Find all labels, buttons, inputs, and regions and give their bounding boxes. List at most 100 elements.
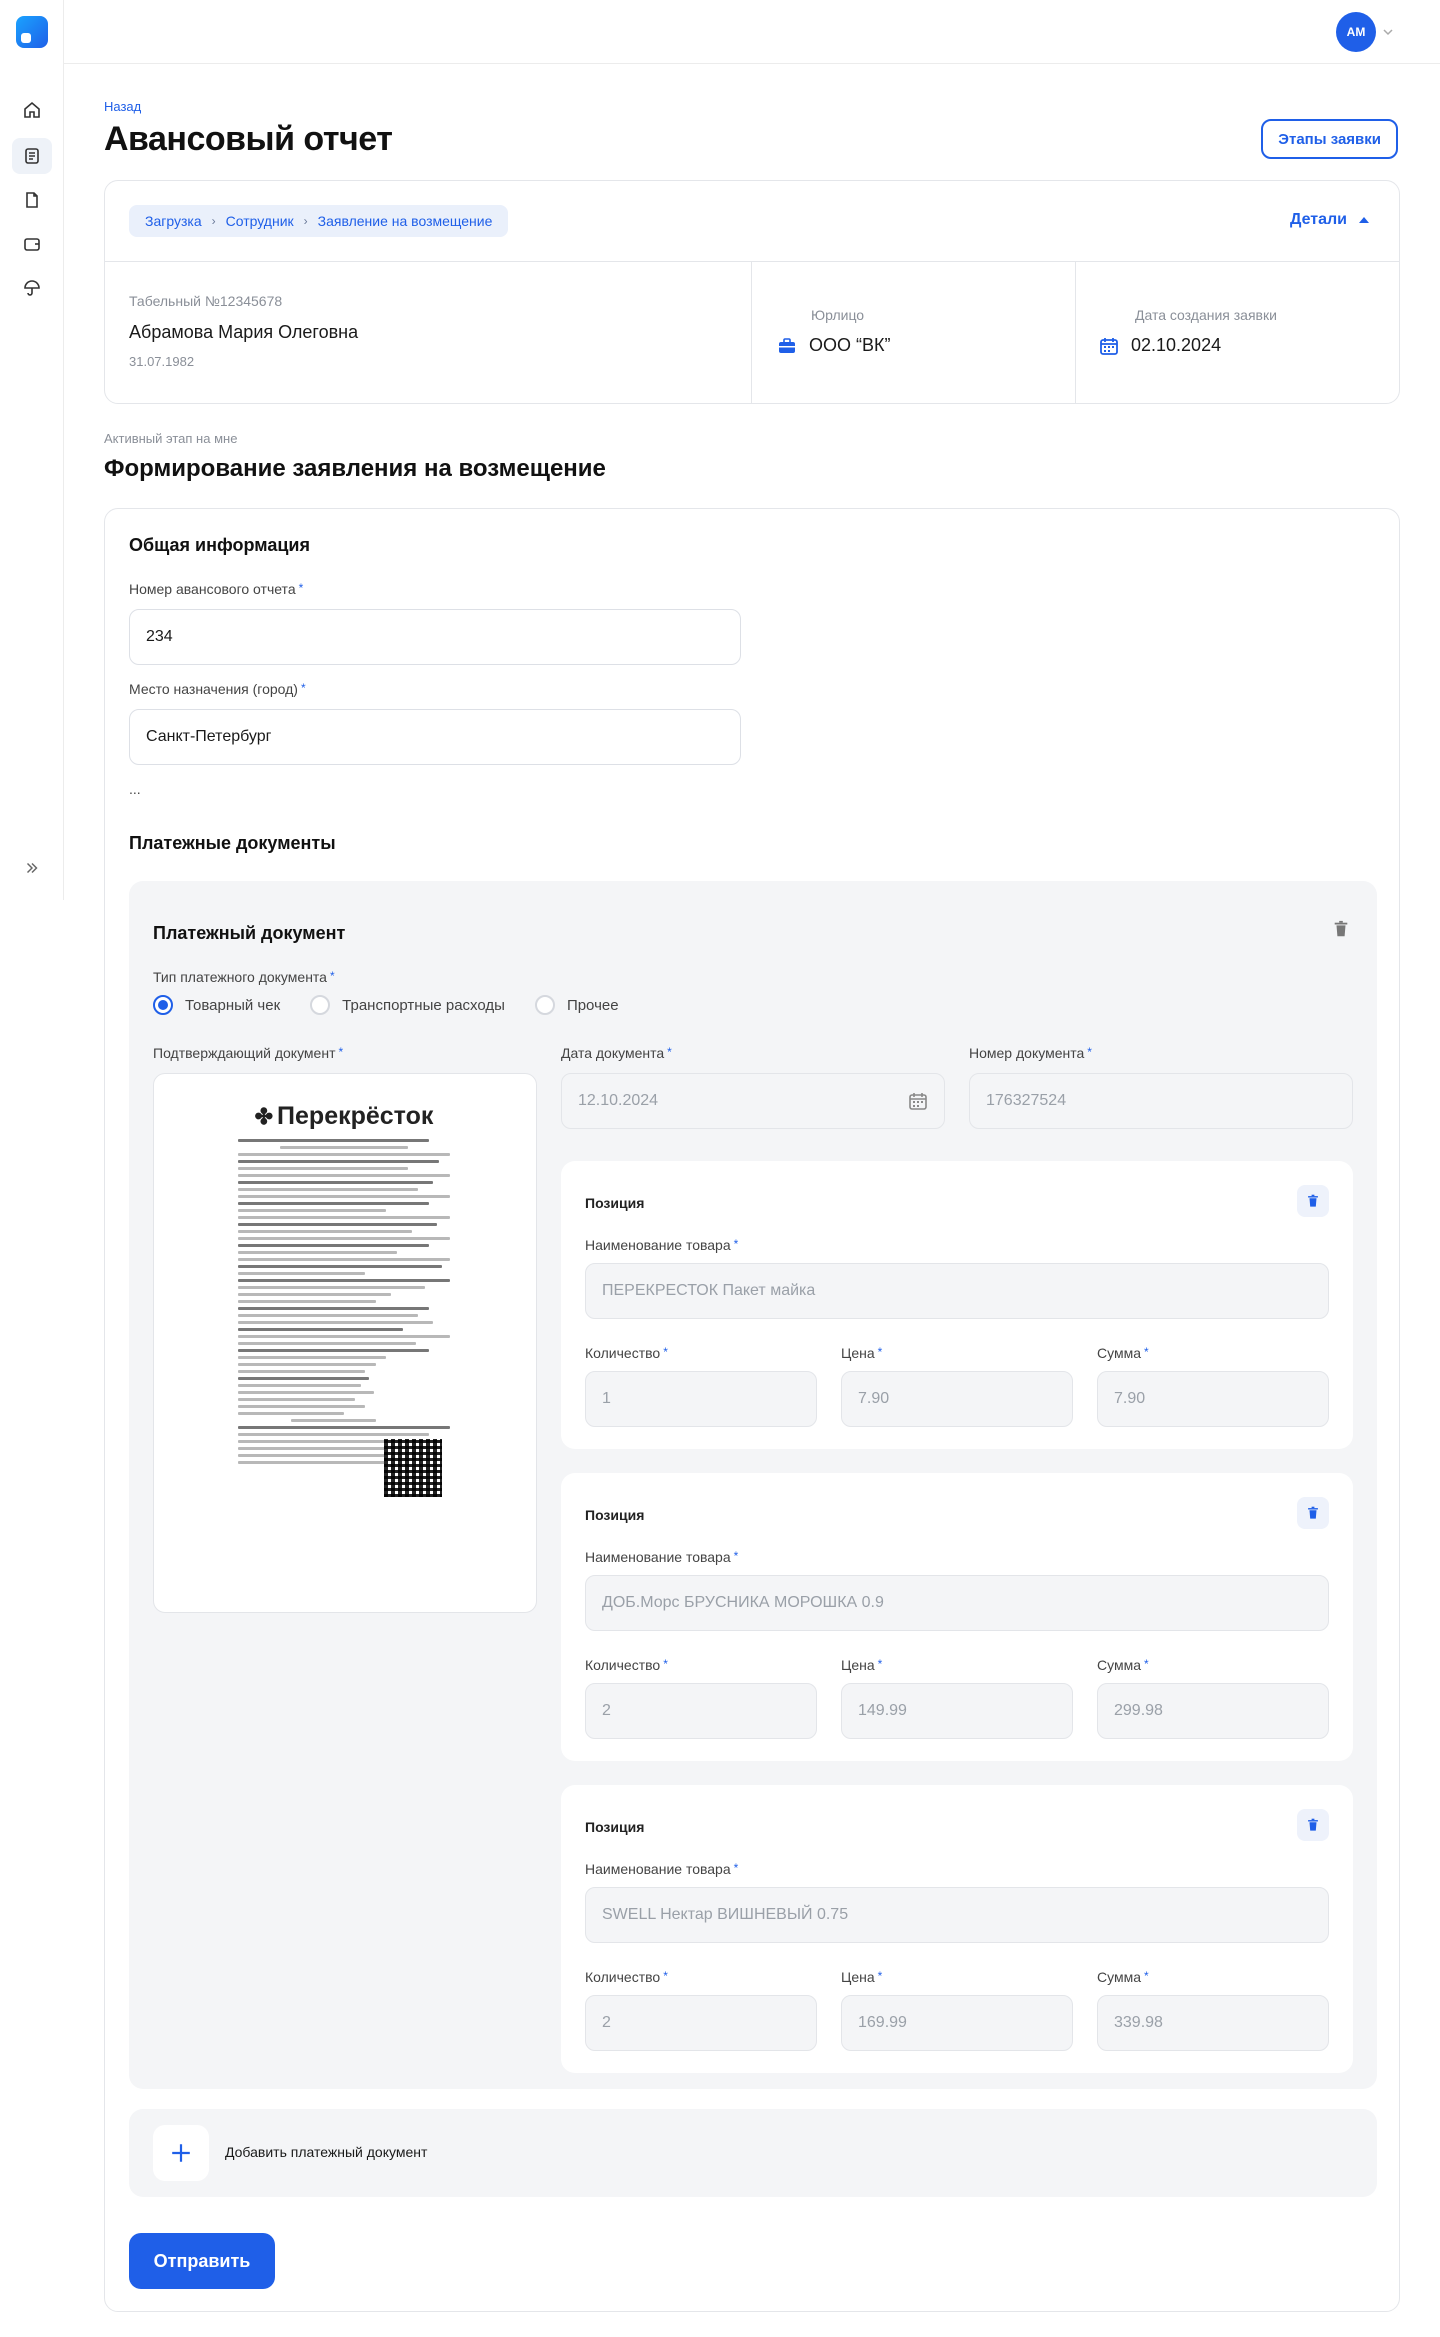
doc-number-label: Номер документа * [969,1045,1092,1061]
doc-number-input[interactable]: 176327524 [969,1073,1353,1129]
active-stage-label: Активный этап на мне [104,431,238,446]
app-logo[interactable] [16,16,48,48]
receipt-image: ✤ Перекрёсток [238,1094,450,1594]
avatar[interactable]: АМ [1336,12,1376,52]
expand-sidebar-icon[interactable] [20,856,44,880]
item-name-input[interactable]: ПЕРЕКРЕСТОК Пакет майка [585,1263,1329,1319]
created-date-value: 02.10.2024 [1099,335,1221,356]
divider [751,261,752,403]
report-number-label: Номер авансового отчета * [129,581,304,597]
trash-icon[interactable] [1297,1497,1329,1529]
price-label: Цена * [841,1969,883,1985]
radio-label: Товарный чек [185,996,281,1014]
position-title: Позиция [585,1819,645,1835]
back-link[interactable]: Назад [104,99,141,114]
file-icon[interactable] [12,182,52,218]
radio-label: Прочее [566,996,619,1014]
position-title: Позиция [585,1507,645,1523]
created-date-label: Дата создания заявки [1135,307,1277,323]
item-name-label: Наименование товара * [585,1861,739,1877]
item-name-input[interactable]: SWELL Нектар ВИШНЕВЫЙ 0.75 [585,1887,1329,1943]
proof-doc-label: Подтверждающий документ * [153,1045,344,1061]
position-card: Позиция Наименование товара * ПЕРЕКРЕСТОК… [561,1161,1353,1449]
breadcrumb: Загрузка › Сотрудник › Заявление на возм… [129,205,509,237]
doc-type-label: Тип платежного документа * [153,969,335,985]
radio-checked-icon [153,995,173,1015]
receipt-preview[interactable]: ✤ Перекрёсток [153,1073,537,1613]
created-date-text: 02.10.2024 [1131,335,1222,355]
divider [105,261,1399,262]
breadcrumb-item[interactable]: Сотрудник [226,213,294,229]
add-payment-document[interactable]: Добавить платежный документ [129,2109,1377,2197]
receipt-logo: ✤ Перекрёсток [254,1102,434,1130]
doc-date-input[interactable]: 12.10.2024 [561,1073,945,1129]
legal-entity-value: ООО “ВК” [777,335,890,356]
position-card: Позиция Наименование товара * ДОБ.Морс БР… [561,1473,1353,1761]
payment-document-title: Платежный документ [153,923,346,943]
qty-input[interactable]: 1 [585,1371,817,1427]
details-toggle[interactable]: Детали [1290,211,1369,229]
stages-button[interactable]: Этапы заявки [1261,119,1398,159]
employee-dob: 31.07.1982 [129,354,195,369]
add-payment-document-label: Добавить платежный документ [225,2144,428,2160]
request-info-card: Загрузка › Сотрудник › Заявление на возм… [104,180,1400,404]
radio-goods-receipt[interactable]: Товарный чек [153,995,280,1015]
qty-label: Количество * [585,1345,668,1361]
radio-transport[interactable]: Транспортные расходы [310,995,505,1015]
tab-number: Табельный №12345678 [129,293,283,309]
qr-code [384,1439,442,1497]
radio-other[interactable]: Прочее [534,995,619,1015]
details-label: Детали [1289,211,1347,228]
radio-unchecked-icon [310,995,331,1015]
sum-label: Сумма * [1097,1345,1149,1361]
breadcrumb-item[interactable]: Загрузка [145,213,202,229]
more-fields-ellipsis: ... [129,781,141,797]
chevron-right-icon: › [211,214,216,228]
payment-document-block: Платежный документ Тип платежного докуме… [129,881,1377,2089]
general-info-title: Общая информация [129,535,310,555]
calendar-icon[interactable] [908,1091,928,1111]
sum-label: Сумма * [1097,1657,1149,1673]
legal-entity-label: Юрлицо [811,307,865,323]
position-card: Позиция Наименование товара * SWELL Некта… [561,1785,1353,2073]
price-input[interactable]: 7.90 [841,1371,1073,1427]
destination-label: Место назначения (город) * [129,681,306,697]
divider [1075,261,1076,403]
position-title: Позиция [585,1195,645,1211]
item-name-input[interactable]: ДОБ.Морс БРУСНИКА МОРОШКА 0.9 [585,1575,1329,1631]
qty-input[interactable]: 2 [585,1995,817,2051]
home-icon[interactable] [12,92,52,128]
trash-icon[interactable] [1297,1809,1329,1841]
report-number-input[interactable]: 234 [129,609,741,665]
qty-input[interactable]: 2 [585,1683,817,1739]
doc-type-radio-group: Товарный чек Транспортные расходы Прочее [153,995,619,1015]
submit-button[interactable]: Отправить [129,2233,275,2289]
price-input[interactable]: 149.99 [841,1683,1073,1739]
sum-input[interactable]: 299.98 [1097,1683,1329,1739]
trash-icon[interactable] [1329,917,1353,941]
price-input[interactable]: 169.99 [841,1995,1073,2051]
legal-entity-text: ООО “ВК” [809,335,891,355]
sum-input[interactable]: 7.90 [1097,1371,1329,1427]
price-label: Цена * [841,1657,883,1673]
sum-label: Сумма * [1097,1969,1149,1985]
doc-date-value: 12.10.2024 [578,1092,659,1109]
stage-title: Формирование заявления на возмещение [104,455,606,482]
qty-label: Количество * [585,1657,668,1673]
employee-name: Абрамова Мария Олеговна [129,322,359,342]
chevron-down-icon[interactable] [1380,24,1396,40]
document-list-icon[interactable] [12,138,52,174]
trash-icon[interactable] [1297,1185,1329,1217]
payment-docs-title: Платежные документы [129,833,336,853]
destination-input[interactable]: Санкт-Петербург [129,709,741,765]
price-label: Цена * [841,1345,883,1361]
top-bar: АМ [64,0,1440,64]
chevron-up-icon [1359,217,1369,223]
plus-icon[interactable] [153,2125,209,2181]
radio-unchecked-icon [534,995,555,1015]
breadcrumb-item[interactable]: Заявление на возмещение [318,213,493,229]
wallet-icon[interactable] [12,226,52,262]
doc-date-label: Дата документа * [561,1045,672,1061]
umbrella-icon[interactable] [12,270,52,306]
sum-input[interactable]: 339.98 [1097,1995,1329,2051]
